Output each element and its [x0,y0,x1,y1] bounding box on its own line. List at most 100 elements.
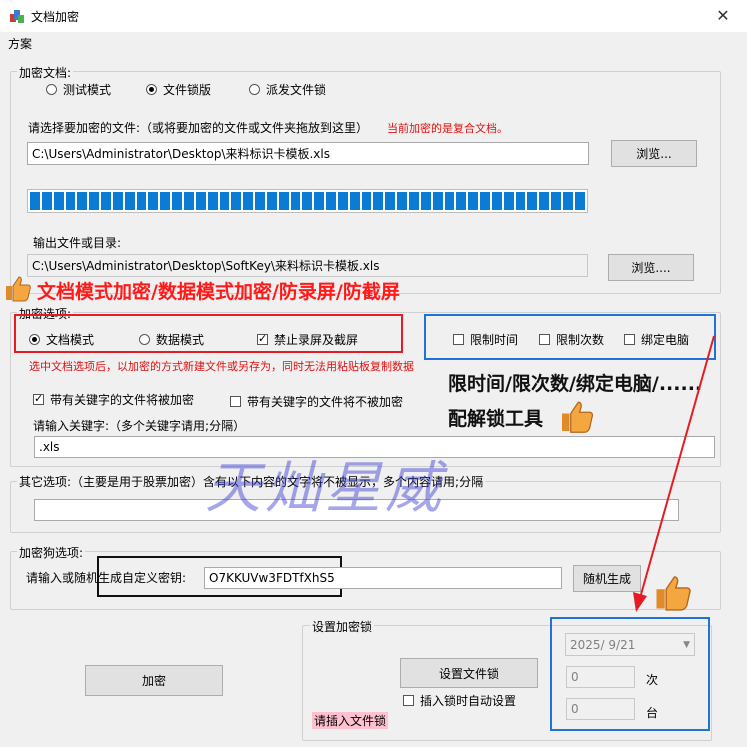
progress-segment [243,192,254,210]
limit-count-checkbox[interactable]: 限制次数 [539,331,604,348]
mode-data-radio[interactable]: 数据模式 [139,331,204,348]
machines-unit: 台 [646,706,659,720]
thumbs-up-icon [656,576,691,611]
progress-segment [314,192,325,210]
custom-key-input[interactable] [204,567,562,589]
count-input[interactable] [566,666,635,688]
progress-segment [562,192,573,210]
checkbox-checked [257,332,268,346]
radio-circle [46,84,57,95]
date-value: 2025/ 9/21 [570,637,636,652]
thumbs-up-icon [6,276,31,302]
progress-segment [503,192,514,210]
radio-circle-selected [146,84,157,95]
output-file-path[interactable] [27,254,588,277]
window-title: 文档加密 [31,10,80,24]
document-mode-notice: 选中文档选项后，以加密的方式新建文件或另存为，同时无法用粘贴板复制数据 [29,360,414,373]
menu-item-scheme[interactable]: 方案 [8,35,32,52]
progress-segment [266,192,277,210]
no-screen-capture-label: 禁止录屏及截屏 [274,333,359,347]
checkbox [230,396,241,407]
radio-circle [249,84,260,95]
checkbox [624,334,635,345]
auto-set-checkbox[interactable]: 插入锁时自动设置 [403,692,516,709]
mode-dispatch-label: 派发文件锁 [266,83,327,97]
chevron-down-icon: ▼ [683,639,690,650]
mode-filelock-radio[interactable]: 文件锁版 [146,81,211,98]
progress-segment [219,192,230,210]
no-screen-capture-checkbox[interactable]: 禁止录屏及截屏 [257,331,358,348]
progress-segment [337,192,348,210]
progress-segment [361,192,372,210]
progress-segment [41,192,52,210]
progress-segment [30,192,40,210]
app-icon [10,10,24,23]
thumbs-up-icon [562,401,594,433]
count-unit: 次 [646,673,659,687]
keyword-encrypt-label: 带有关键字的文件将被加密 [50,393,195,407]
mode-data-label: 数据模式 [156,333,205,347]
dongle-options-group-title: 加密狗选项: [17,544,86,561]
keyword-prompt: 请输入关键字:（多个关键字请用;分隔） [33,419,246,433]
encrypt-button[interactable]: 加密 [85,665,223,696]
progress-segment [148,192,159,210]
progress-segment [551,192,561,210]
date-dropdown[interactable]: 2025/ 9/21 ▼ [565,633,695,656]
machines-input[interactable] [566,698,635,720]
bind-computer-label: 绑定电脑 [641,333,690,347]
checkbox-checked [33,392,44,406]
progress-segment [456,192,467,210]
progress-segment [77,192,88,210]
progress-segment [231,192,242,210]
set-file-lock-button[interactable]: 设置文件锁 [400,658,538,688]
progress-segment [373,192,384,210]
promo-side-line2: 配解锁工具 [448,408,544,430]
checkbox [403,695,414,706]
progress-bar [27,189,588,213]
promo-side-line1: 限时间/限次数/绑定电脑/...... [448,373,703,395]
progress-segment [160,192,171,210]
mode-test-label: 测试模式 [63,83,112,97]
progress-segment [326,192,336,210]
limit-time-label: 限制时间 [470,333,519,347]
progress-segment [302,192,313,210]
mode-document-label: 文档模式 [46,333,95,347]
keyword-skip-checkbox[interactable]: 带有关键字的文件将不被加密 [230,393,403,410]
progress-segment [539,192,550,210]
progress-segment [468,192,479,210]
radio-circle-selected [29,334,40,345]
bind-computer-checkbox[interactable]: 绑定电脑 [624,331,689,348]
progress-segment [420,192,431,210]
limit-time-checkbox[interactable]: 限制时间 [453,331,518,348]
progress-segment [432,192,443,210]
progress-segment [574,192,585,210]
select-file-prompt: 请选择要加密的文件:（或将要加密的文件或文件夹拖放到这里） [28,121,369,135]
progress-segment [385,192,396,210]
browse-input-button[interactable]: 浏览... [611,140,697,167]
progress-segment [397,192,407,210]
mode-document-radio[interactable]: 文档模式 [29,331,94,348]
random-generate-button[interactable]: 随机生成 [573,565,641,592]
lock-settings-group-title: 设置加密锁 [310,618,375,635]
browse-output-button[interactable]: 浏览.... [608,254,694,281]
progress-segment [53,192,64,210]
lock-status: 请插入文件锁 [312,712,389,729]
keyword-encrypt-checkbox[interactable]: 带有关键字的文件将被加密 [33,391,194,408]
progress-segment [480,192,490,210]
progress-segment [124,192,135,210]
progress-segment [136,192,147,210]
progress-segment [515,192,526,210]
output-label: 输出文件或目录: [33,236,122,250]
input-file-path[interactable] [27,142,589,165]
progress-segment [172,192,182,210]
progress-segment [101,192,111,210]
close-button[interactable]: ✕ [711,6,735,25]
checkbox [453,334,464,345]
mode-test-radio[interactable]: 测试模式 [46,81,111,98]
progress-segment [207,192,218,210]
mode-dispatch-radio[interactable]: 派发文件锁 [249,81,326,98]
auto-set-label: 插入锁时自动设置 [420,694,517,708]
checkbox [539,334,550,345]
menu-bar [0,32,747,52]
progress-segment [409,192,419,210]
